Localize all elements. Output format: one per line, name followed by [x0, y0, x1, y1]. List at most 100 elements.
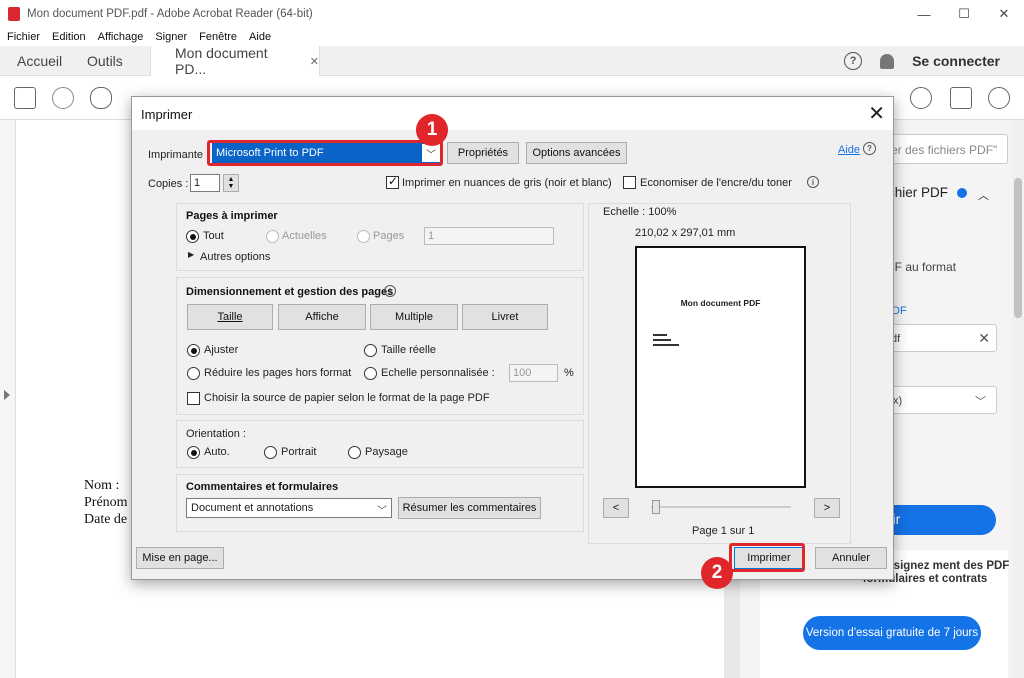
- pages-range-radio[interactable]: [357, 230, 370, 243]
- menu-signer[interactable]: Signer: [155, 31, 187, 43]
- orient-auto-radio[interactable]: [187, 446, 200, 459]
- window-title: Mon document PDF.pdf - Adobe Acrobat Rea…: [27, 8, 313, 20]
- doc-nom: Nom :: [84, 478, 120, 493]
- scrollbar-thumb[interactable]: [1014, 178, 1022, 318]
- paper-source-checkbox[interactable]: [187, 392, 200, 405]
- add-user-icon[interactable]: [988, 87, 1010, 109]
- doc-prenom: Prénom: [84, 495, 128, 510]
- shrink-radio[interactable]: [187, 367, 200, 380]
- chevron-up-icon[interactable]: ︿: [978, 187, 989, 203]
- preview-slider-thumb[interactable]: [652, 500, 660, 514]
- printer-label: Imprimante :: [148, 149, 210, 161]
- info-icon[interactable]: i: [807, 176, 819, 188]
- orient-landscape-radio[interactable]: [348, 446, 361, 459]
- panel-link[interactable]: DF: [892, 305, 907, 317]
- pages-current-radio[interactable]: [266, 230, 279, 243]
- comments-group: Commentaires et formulaires Document et …: [176, 474, 584, 532]
- help-icon[interactable]: ?: [844, 52, 863, 70]
- mail-icon[interactable]: [950, 87, 972, 109]
- minimize-button[interactable]: —: [904, 0, 944, 28]
- tab-accueil[interactable]: Accueil: [17, 46, 62, 76]
- summarize-comments-button[interactable]: Résumer les commentaires: [398, 497, 541, 519]
- fit-label: Ajuster: [204, 344, 239, 356]
- preview-next-button[interactable]: >: [814, 498, 840, 518]
- poster-button[interactable]: Affiche: [278, 304, 366, 330]
- copies-stepper[interactable]: ▲ ▼: [223, 174, 239, 192]
- orient-auto-label: Auto.: [204, 446, 230, 458]
- signin-link[interactable]: Se connecter: [912, 53, 1000, 69]
- multiple-button[interactable]: Multiple: [370, 304, 458, 330]
- help-link[interactable]: Aide: [838, 144, 860, 156]
- maximize-button[interactable]: ☐: [944, 0, 984, 28]
- pages-title: Pages à imprimer: [186, 210, 278, 222]
- info-icon[interactable]: i: [384, 285, 396, 297]
- more-options-label[interactable]: Autres options: [200, 251, 270, 263]
- menu-affichage[interactable]: Affichage: [98, 31, 144, 43]
- comments-select[interactable]: Document et annotations ﹀: [186, 498, 392, 518]
- size-button[interactable]: Taille: [187, 304, 273, 330]
- preview-prev-button[interactable]: <: [603, 498, 629, 518]
- pages-all-radio[interactable]: [186, 230, 199, 243]
- grayscale-checkbox[interactable]: [386, 174, 399, 189]
- fit-radio[interactable]: [187, 344, 200, 357]
- notification-bell-icon[interactable]: [880, 53, 895, 69]
- print-dialog: Imprimer ✕ Imprimante : Microsoft Print …: [131, 96, 894, 580]
- page-counter: Page 1 sur 1: [692, 525, 755, 537]
- expand-triangle-icon[interactable]: ▶: [188, 250, 194, 259]
- preview-title: Mon document PDF: [680, 298, 761, 308]
- menu-aide[interactable]: Aide: [249, 31, 271, 43]
- share-user-icon[interactable]: [910, 87, 932, 109]
- actual-size-label: Taille réelle: [381, 344, 437, 356]
- save-ink-checkbox[interactable]: [623, 176, 636, 189]
- preview-panel: Echelle : 100% 210,02 x 297,01 mm Mon do…: [588, 203, 851, 544]
- cancel-button[interactable]: Annuler: [815, 547, 887, 569]
- menu-edition[interactable]: Edition: [52, 31, 86, 43]
- cloud-upload-icon[interactable]: [90, 87, 112, 109]
- menu-fenetre[interactable]: Fenêtre: [199, 31, 237, 43]
- clear-icon[interactable]: ✕: [978, 330, 990, 347]
- booklet-button[interactable]: Livret: [462, 304, 548, 330]
- custom-scale-input[interactable]: 100: [509, 364, 558, 382]
- panel-heading: chier PDF: [888, 185, 949, 200]
- help-circle-icon[interactable]: ?: [863, 142, 876, 155]
- pages-group: Pages à imprimer Tout Actuelles Pages 1 …: [176, 203, 584, 271]
- save-ink-label: Economiser de l'encre/du toner: [640, 177, 792, 189]
- step-badge-1: 1: [416, 114, 448, 146]
- expand-arrow-icon: [4, 390, 10, 400]
- close-tab-icon[interactable]: ✕: [310, 55, 319, 68]
- left-panel-toggle[interactable]: [0, 120, 16, 678]
- pages-range-input[interactable]: 1: [424, 227, 554, 245]
- dialog-close-icon[interactable]: ✕: [868, 101, 885, 126]
- menu-bar: Fichier Edition Affichage Signer Fenêtre…: [0, 28, 1024, 46]
- menu-fichier[interactable]: Fichier: [7, 31, 40, 43]
- info-icon[interactable]: [957, 188, 967, 198]
- chevron-down-icon: ﹀: [377, 506, 387, 517]
- pages-range-label: Pages: [373, 230, 405, 242]
- free-trial-button[interactable]: Version d'essai gratuite de 7 jours: [803, 616, 981, 650]
- percent-label: %: [564, 367, 574, 379]
- orientation-group: Orientation : Auto. Portrait Paysage: [176, 420, 584, 468]
- custom-scale-radio[interactable]: [364, 367, 377, 380]
- page-setup-button[interactable]: Mise en page...: [136, 547, 224, 569]
- tab-outils[interactable]: Outils: [87, 46, 123, 76]
- save-icon[interactable]: [14, 87, 36, 109]
- panel-scrollbar[interactable]: [1012, 120, 1024, 678]
- preview-line: [653, 344, 679, 346]
- actual-size-radio[interactable]: [364, 344, 377, 357]
- orient-portrait-radio[interactable]: [264, 446, 277, 459]
- shrink-label: Réduire les pages hors format: [204, 367, 352, 379]
- pages-current-label: Actuelles: [282, 230, 327, 242]
- orient-landscape-label: Paysage: [365, 446, 408, 458]
- print-highlight: [729, 543, 805, 572]
- copies-input[interactable]: 1: [190, 174, 220, 192]
- properties-button[interactable]: Propriétés: [447, 142, 519, 164]
- step-badge-2: 2: [701, 557, 733, 589]
- tab-document[interactable]: Mon document PD... ✕: [150, 45, 320, 77]
- comments-title: Commentaires et formulaires: [186, 481, 339, 493]
- acrobat-app-icon: [8, 7, 20, 21]
- advanced-options-button[interactable]: Options avancées: [526, 142, 627, 164]
- preview-slider-track[interactable]: [651, 506, 791, 508]
- dimensions-label: 210,02 x 297,01 mm: [635, 227, 736, 239]
- star-icon[interactable]: [52, 87, 74, 109]
- close-window-button[interactable]: ✕: [984, 0, 1024, 28]
